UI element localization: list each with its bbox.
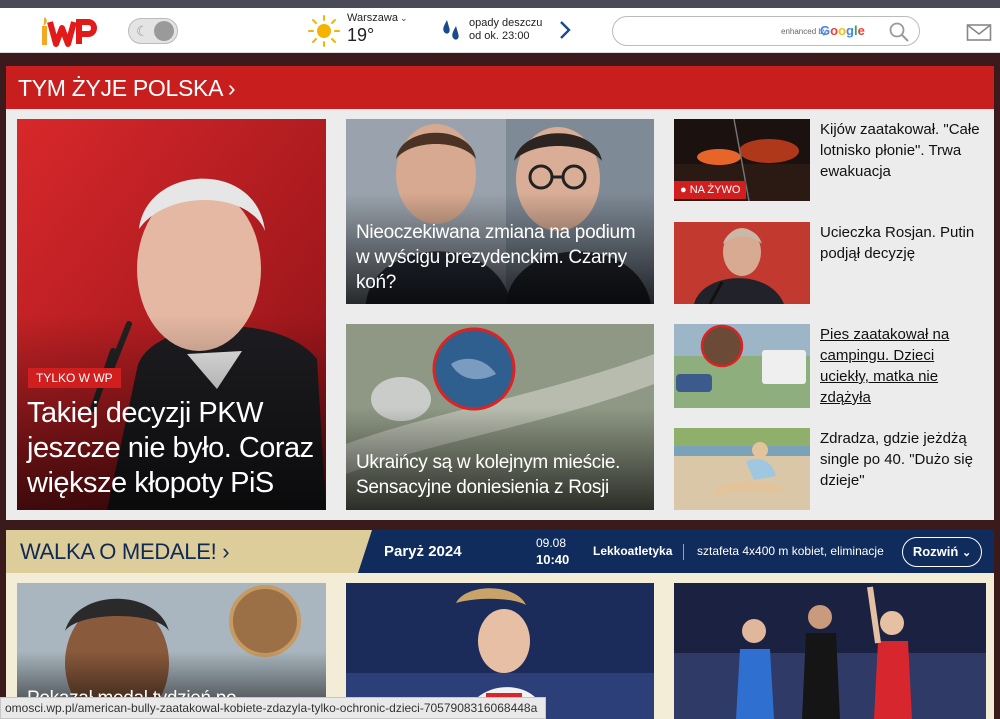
chevron-down-icon: ⌄	[961, 547, 972, 559]
rain-drops-icon	[443, 20, 459, 40]
mid-article-card-1[interactable]: Nieoczekiwana zmiana na podium w wyścigu…	[346, 119, 654, 304]
search-icon[interactable]	[888, 21, 910, 43]
chevron-right-icon[interactable]	[558, 19, 572, 41]
rain-forecast-line2: od ok. 23:00	[469, 30, 530, 42]
browser-top-strip	[0, 0, 1000, 8]
side-article-title-2[interactable]: Ucieczka Rosjan. Putin podjął decyzję	[820, 222, 986, 264]
mid-article-title-2[interactable]: Ukraińcy są w kolejnym mieście. Sensacyj…	[356, 450, 652, 500]
event-discipline: Lekkoatletyka	[593, 544, 673, 558]
side-article-image-4	[674, 428, 810, 510]
olympic-ticker[interactable]: Paryż 2024 09.08 10:40 Lekkoatletyka szt…	[358, 530, 994, 573]
olympic-card-image-3	[674, 583, 986, 719]
expand-button[interactable]: Rozwiń ⌄	[902, 537, 982, 567]
side-article-image-3	[674, 324, 810, 408]
side-article-image-2	[674, 222, 810, 304]
weather-city[interactable]: Warszawa ⌄	[347, 12, 407, 24]
side-article-4[interactable]: Zdradza, gdzie jeżdżą single po 40. "Duż…	[674, 428, 986, 510]
site-header: ☾ Warszawa ⌄ 19° opady deszczu od ok. 23:…	[0, 8, 1000, 53]
side-article-2[interactable]: Ucieczka Rosjan. Putin podjął decyzję	[674, 222, 986, 304]
ticker-divider	[683, 544, 684, 560]
live-badge: ● NA ŻYWO	[674, 181, 747, 199]
event-time: 10:40	[536, 552, 570, 567]
moon-icon: ☾	[136, 23, 149, 39]
google-logo: Google	[820, 23, 865, 38]
side-article-3[interactable]: Pies zaatakował na campingu. Dzieci ucie…	[674, 324, 986, 408]
rain-forecast-line1: opady deszczu	[469, 17, 543, 29]
main-article-title[interactable]: Takiej decyzji PKW jeszcze nie było. Cor…	[27, 396, 317, 501]
dark-mode-toggle[interactable]: ☾	[128, 18, 178, 44]
exclusive-badge: TYLKO W WP	[28, 368, 121, 388]
side-article-title-4[interactable]: Zdradza, gdzie jeżdżą single po 40. "Duż…	[820, 428, 986, 491]
mail-icon[interactable]	[966, 22, 992, 42]
section-walka-o-medale: WALKA O MEDALE! › Paryż 2024 09.08 10:40…	[6, 530, 994, 719]
status-bar-url: omosci.wp.pl/american-bully-zaatakowal-k…	[0, 697, 547, 719]
section-title-olympics[interactable]: WALKA O MEDALE! ›	[20, 539, 230, 565]
sun-icon	[308, 15, 340, 47]
main-article-card[interactable]: TYLKO W WP Takiej decyzji PKW jeszcze ni…	[17, 119, 326, 510]
mid-article-card-2[interactable]: Ukraińcy są w kolejnym mieście. Sensacyj…	[346, 324, 654, 510]
side-article-title-1[interactable]: Kijów zaatakował. "Całe lotnisko płonie"…	[820, 119, 986, 182]
event-competition: sztafeta 4x400 m kobiet, eliminacje	[697, 544, 884, 558]
side-article-title-3[interactable]: Pies zaatakował na campingu. Dzieci ucie…	[820, 324, 986, 408]
wp-logo[interactable]	[36, 14, 98, 48]
olympic-card-3[interactable]	[674, 583, 986, 719]
event-name: Paryż 2024	[384, 543, 462, 560]
event-date: 09.08	[536, 536, 567, 550]
section-title[interactable]: TYM ŻYJE POLSKA ›	[18, 75, 236, 102]
chevron-down-icon: ⌄	[399, 13, 408, 23]
side-article-1[interactable]: ● NA ŻYWO Kijów zaatakował. "Całe lotnis…	[674, 119, 986, 201]
search-input[interactable]	[625, 22, 775, 40]
weather-temp: 19°	[347, 25, 375, 45]
search-box[interactable]: enhanced by Google	[612, 16, 920, 46]
toggle-knob	[154, 21, 174, 41]
section-header[interactable]: TYM ŻYJE POLSKA ›	[6, 66, 994, 109]
section-tym-zyje-polska: TYM ŻYJE POLSKA › TYLKO W WP Takiej decy…	[6, 66, 994, 520]
mid-article-title-1[interactable]: Nieoczekiwana zmiana na podium w wyścigu…	[356, 220, 652, 295]
